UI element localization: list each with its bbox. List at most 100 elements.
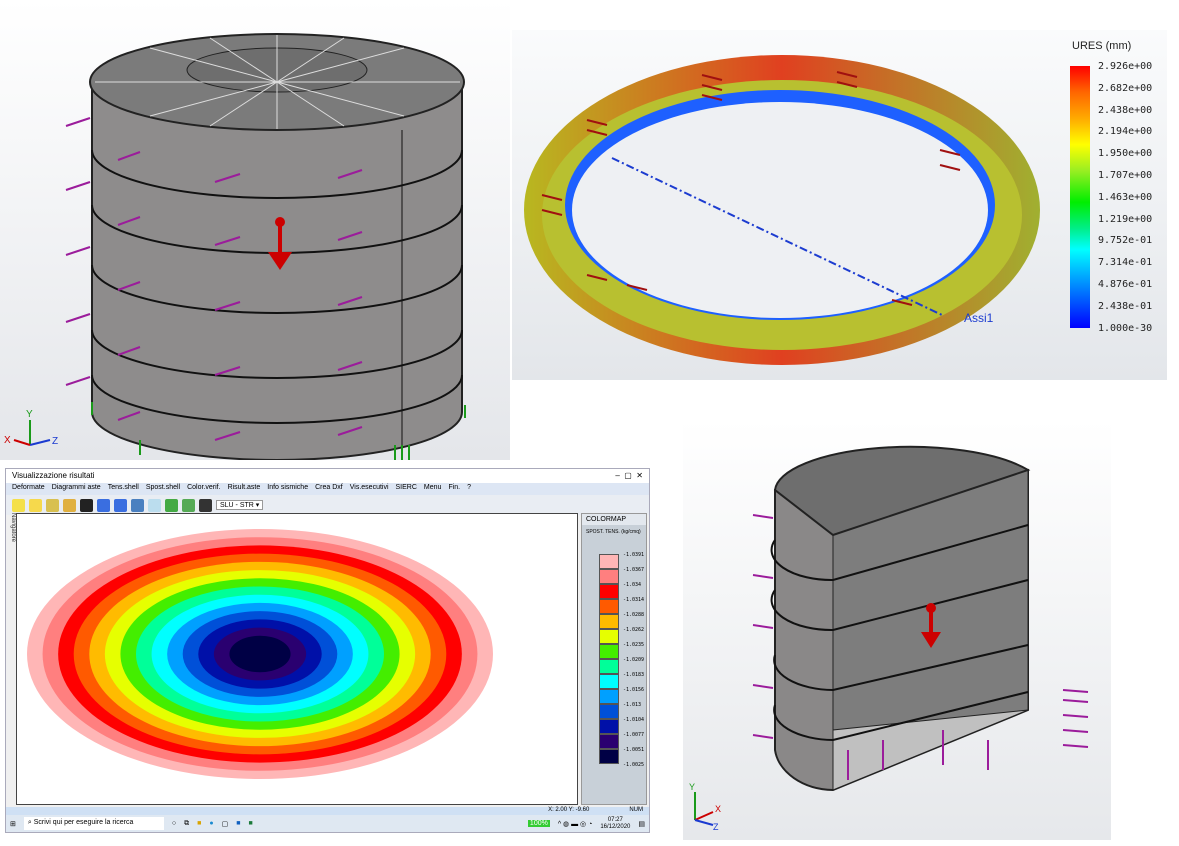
contour-plot	[27, 529, 493, 779]
svg-text:Y: Y	[689, 782, 695, 792]
menu-bar: Deformate Diagrammi aste Tens.shell Spost.s…	[6, 483, 649, 495]
section-icon[interactable]	[182, 498, 195, 512]
legend-label: 1.950e+00	[1098, 148, 1153, 160]
menu-item[interactable]: Risult.aste	[228, 484, 261, 494]
menu-item[interactable]: Color.verif.	[187, 484, 220, 494]
colormap-swatch	[599, 734, 619, 749]
colormap-swatch	[599, 689, 619, 704]
colormap-swatch	[599, 554, 619, 569]
toolbar: SLU - STR ▾	[6, 495, 649, 515]
menu-item[interactable]: SIERC	[396, 484, 417, 494]
colormap-label: -1.0288	[623, 612, 645, 618]
camera-icon[interactable]	[80, 498, 93, 512]
colormap-label: -1.0051	[623, 747, 645, 753]
outlook-icon[interactable]: ■	[236, 820, 240, 827]
legend-colorbar	[1070, 66, 1090, 328]
view-front-icon[interactable]	[97, 498, 110, 512]
contour-band	[229, 635, 291, 673]
legend-label: 1.463e+00	[1098, 191, 1153, 203]
colormap-swatch	[599, 719, 619, 734]
colormap-swatch	[599, 704, 619, 719]
task-view-icon[interactable]: ⧉	[184, 820, 189, 828]
window-controls[interactable]: – ▢ ✕	[615, 471, 643, 481]
colormap-swatch	[599, 629, 619, 644]
scale-icon[interactable]	[165, 498, 178, 512]
save-icon[interactable]	[199, 498, 212, 512]
colormap-swatch	[599, 659, 619, 674]
status-bar: X: 2.00 Y: -9.60 NUM	[6, 807, 649, 815]
colormap-label: -1.013	[623, 702, 642, 708]
clock-date[interactable]: 16/12/2020	[600, 824, 630, 830]
colormap-swatch	[599, 614, 619, 629]
search-box[interactable]: ⌕ Scrivi qui per eseguire la ricerca	[23, 817, 164, 830]
notification-icon[interactable]: ▤	[638, 820, 645, 828]
colormap-label: -1.0262	[623, 627, 645, 633]
coords-readout: X: 2.00 Y: -9.60	[548, 807, 590, 813]
section-model: Y XZ	[689, 445, 1089, 832]
start-icon[interactable]: ⊞	[10, 820, 16, 828]
colormap-panel: COLORMAP SPOST. TENS. (kg/cmq) -1.0391 -1…	[581, 513, 647, 805]
excel-icon[interactable]: ■	[248, 820, 252, 827]
combo-select[interactable]: SLU - STR ▾	[216, 500, 264, 510]
explorer-icon[interactable]: ■	[197, 820, 201, 827]
menu-item[interactable]: Vis.esecutivi	[350, 484, 389, 494]
colormap-label: -1.0209	[623, 657, 645, 663]
edge-icon[interactable]: ●	[209, 820, 213, 827]
tray-icons[interactable]: ^ ◍ ▬ ◎ ◔	[558, 820, 593, 828]
menu-item[interactable]: ?	[467, 484, 471, 494]
menu-item[interactable]: Crea Dxf	[315, 484, 343, 494]
battery-indicator[interactable]: 100%	[527, 820, 550, 827]
taskbar: ⊞ ⌕ Scrivi qui per eseguire la ricerca ○…	[6, 815, 649, 832]
legend-label: 2.682e+00	[1098, 82, 1153, 94]
svg-text:Z: Z	[713, 822, 719, 832]
svg-text:X: X	[715, 804, 721, 814]
navigator-tab[interactable]: Navigatore	[6, 513, 16, 553]
cortana-icon[interactable]: ○	[172, 820, 176, 827]
clock-time[interactable]: 07:27	[608, 817, 623, 823]
num-indicator: NUM	[629, 807, 643, 813]
colormap-label: -1.0156	[623, 687, 645, 693]
diamond-icon[interactable]	[148, 498, 161, 512]
folder-icon[interactable]	[63, 498, 76, 512]
view-3d-icon[interactable]	[131, 498, 144, 512]
result-legend: URES (mm) 2.926e+00 2.682e+00 2.438e+00 2.1…	[1064, 38, 1159, 334]
menu-item[interactable]: Tens.shell	[108, 484, 139, 494]
colormap-label: -1.034	[623, 582, 642, 588]
tank-model-view: Y Z X	[0, 0, 510, 461]
svg-text:Z: Z	[52, 436, 58, 447]
axis-triad-icon: Y XZ	[689, 782, 721, 832]
colormap-label: -1.0025	[623, 762, 645, 768]
svg-text:Y: Y	[26, 409, 33, 420]
colormap-swatch	[599, 569, 619, 584]
window-title: Visualizzazione risultati	[12, 471, 95, 480]
legend-label: 7.314e-01	[1098, 257, 1153, 269]
colormap-title: SPOST. TENS. (kg/cmq)	[586, 529, 641, 535]
axis-triad-icon: Y Z X	[4, 409, 58, 447]
legend-label: 1.707e+00	[1098, 170, 1153, 181]
menu-item[interactable]: Deformate	[12, 484, 45, 494]
colormap-swatch	[599, 749, 619, 764]
app-icon[interactable]: ▢	[222, 820, 229, 828]
light-icon[interactable]	[29, 498, 42, 512]
colormap-swatch	[599, 599, 619, 614]
tank-model: Y Z X	[4, 33, 466, 461]
legend-label: 2.438e-01	[1098, 300, 1153, 312]
legend-title: URES (mm)	[1072, 40, 1132, 52]
zoom-icon[interactable]	[12, 498, 25, 512]
legend-label: 2.926e+00	[1098, 61, 1153, 72]
view-side-icon[interactable]	[114, 498, 127, 512]
menu-item[interactable]: Menu	[424, 484, 442, 494]
colormap-header: COLORMAP	[582, 514, 646, 525]
legend-label: 4.876e-01	[1098, 279, 1153, 290]
menu-item[interactable]: Diagrammi aste	[52, 484, 101, 494]
section-model-view: Y XZ	[683, 420, 1111, 840]
menu-item[interactable]: Fin.	[448, 484, 460, 494]
axis-label: Assi1	[964, 311, 994, 325]
rotate-icon[interactable]	[46, 498, 59, 512]
menu-item[interactable]: Info sismiche	[267, 484, 308, 494]
colormap-label: -1.0235	[623, 642, 645, 648]
menu-item[interactable]: Spost.shell	[146, 484, 180, 494]
legend-label: 1.219e+00	[1098, 213, 1153, 225]
colormap-label: -1.0367	[623, 567, 645, 573]
colormap-swatch	[599, 644, 619, 659]
